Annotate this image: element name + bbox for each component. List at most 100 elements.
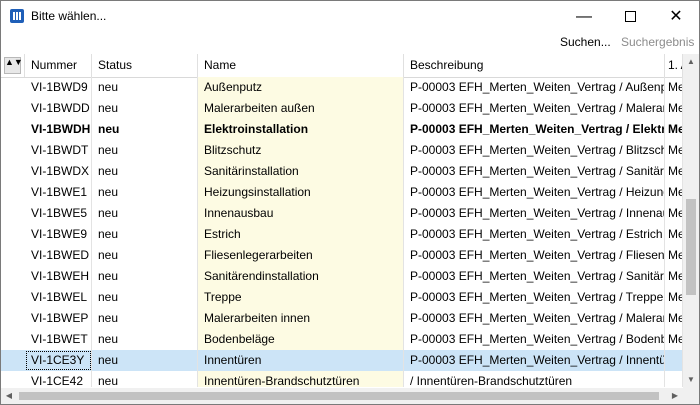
cell-name[interactable]: Estrich [198, 224, 404, 245]
sort-arrows-icon[interactable]: ▲▼ [4, 57, 23, 74]
table-row[interactable]: VI-1CE42 neu Innentüren-Brandschutztüren /… [1, 371, 683, 387]
cell-ad[interactable]: Me [665, 161, 683, 182]
cell-ad[interactable] [665, 350, 683, 371]
table-row[interactable]: VI-1BWDX neu Sanitärinstallation P-00003 EF… [1, 161, 683, 182]
cell-name[interactable]: Fliesenlegerarbeiten [198, 245, 404, 266]
cell-beschreibung[interactable]: P-00003 EFH_Merten_Weiten_Vertrag / Sani… [404, 161, 665, 182]
cell-ad[interactable]: Me [665, 245, 683, 266]
cell-beschreibung[interactable]: P-00003 EFH_Merten_Weiten_Vertrag / Elek… [404, 119, 665, 140]
cell-status[interactable]: neu [92, 203, 198, 224]
cell-beschreibung[interactable]: P-00003 EFH_Merten_Weiten_Vertrag / Inne… [404, 350, 665, 371]
cell-name[interactable]: Blitzschutz [198, 140, 404, 161]
cell-status[interactable]: neu [92, 329, 198, 350]
cell-nummer[interactable]: VI-1BWED [25, 245, 92, 266]
cell-name[interactable]: Heizungsinstallation [198, 182, 404, 203]
cell-nummer[interactable]: VI-1BWE5 [25, 203, 92, 224]
cell-nummer[interactable]: VI-1BWE1 [25, 182, 92, 203]
cell-beschreibung[interactable]: P-00003 EFH_Merten_Weiten_Vertrag / Bode… [404, 329, 665, 350]
column-header-beschreibung[interactable]: Beschreibung [404, 54, 665, 77]
table-row[interactable]: VI-1BWD9 neu Außenputz P-00003 EFH_Merten_W… [1, 77, 683, 98]
cell-name[interactable]: Innentüren [198, 350, 404, 371]
cell-status[interactable]: neu [92, 140, 198, 161]
column-header-name[interactable]: Name [198, 54, 404, 77]
scroll-left-icon[interactable]: ◀ [1, 388, 17, 404]
cell-status[interactable]: neu [92, 182, 198, 203]
cell-beschreibung[interactable]: P-00003 EFH_Merten_Weiten_Vertrag / Heiz… [404, 182, 665, 203]
cell-ad[interactable]: Me [665, 77, 683, 98]
cell-status[interactable]: neu [92, 77, 198, 98]
cell-status[interactable]: neu [92, 98, 198, 119]
cell-status[interactable]: neu [92, 371, 198, 387]
cell-nummer[interactable]: VI-1BWD9 [25, 77, 92, 98]
cell-status[interactable]: neu [92, 161, 198, 182]
search-result-button[interactable]: Suchergebnis [621, 35, 694, 49]
table-row[interactable]: VI-1BWE1 neu Heizungsinstallation P-00003 E… [1, 182, 683, 203]
column-header-ad[interactable]: 1. Ad [665, 54, 683, 77]
title-bar[interactable]: Bitte wählen... — ✕ [1, 1, 699, 32]
cell-name[interactable]: Innentüren-Brandschutztüren [198, 371, 404, 387]
cell-ad[interactable]: Me [665, 140, 683, 161]
cell-nummer[interactable]: VI-1BWDX [25, 161, 92, 182]
cell-nummer[interactable]: VI-1CE3Y [25, 350, 92, 371]
cell-name[interactable]: Malerarbeiten innen [198, 308, 404, 329]
scroll-down-icon[interactable]: ▼ [683, 372, 699, 388]
close-button[interactable]: ✕ [653, 1, 699, 32]
cell-beschreibung[interactable]: P-00003 EFH_Merten_Weiten_Vertrag / Blit… [404, 140, 665, 161]
cell-nummer[interactable]: VI-1CE42 [25, 371, 92, 387]
cell-name[interactable]: Malerarbeiten außen [198, 98, 404, 119]
cell-status[interactable]: neu [92, 245, 198, 266]
cell-nummer[interactable]: VI-1BWEP [25, 308, 92, 329]
cell-name[interactable]: Außenputz [198, 77, 404, 98]
sort-handle-cell[interactable]: ▲▼ [1, 54, 25, 77]
cell-nummer[interactable]: VI-1BWEH [25, 266, 92, 287]
cell-ad[interactable]: Me [665, 98, 683, 119]
cell-ad[interactable]: Me [665, 203, 683, 224]
cell-beschreibung[interactable]: P-00003 EFH_Merten_Weiten_Vertrag / Flie… [404, 245, 665, 266]
cell-name[interactable]: Innenausbau [198, 203, 404, 224]
cell-ad[interactable]: Me [665, 287, 683, 308]
cell-nummer[interactable]: VI-1BWDT [25, 140, 92, 161]
cell-ad[interactable]: Me [665, 266, 683, 287]
cell-name[interactable]: Treppe [198, 287, 404, 308]
cell-status[interactable]: neu [92, 266, 198, 287]
cell-name[interactable]: Sanitärendinstallation [198, 266, 404, 287]
table-row[interactable]: VI-1BWE5 neu Innenausbau P-00003 EFH_Merten… [1, 203, 683, 224]
cell-nummer[interactable]: VI-1BWET [25, 329, 92, 350]
cell-beschreibung[interactable]: P-00003 EFH_Merten_Weiten_Vertrag / Male… [404, 308, 665, 329]
minimize-button[interactable]: — [561, 1, 607, 32]
vertical-scrollbar[interactable]: ▲ ▼ [683, 54, 699, 388]
table-row[interactable]: VI-1CE3Y neu Innentüren P-00003 EFH_Merten_… [1, 350, 683, 371]
table-row[interactable]: VI-1BWEH neu Sanitärendinstallation P-00003… [1, 266, 683, 287]
cell-ad[interactable]: Me [665, 224, 683, 245]
cell-nummer[interactable]: VI-1BWE9 [25, 224, 92, 245]
cell-status[interactable]: neu [92, 224, 198, 245]
cell-beschreibung[interactable]: P-00003 EFH_Merten_Weiten_Vertrag / Inne… [404, 203, 665, 224]
scroll-up-icon[interactable]: ▲ [683, 54, 699, 70]
cell-name[interactable]: Elektroinstallation [198, 119, 404, 140]
cell-status[interactable]: neu [92, 287, 198, 308]
column-header-nummer[interactable]: Nummer [25, 54, 92, 77]
table-row[interactable]: VI-1BWDH neu Elektroinstallation P-00003 EF… [1, 119, 683, 140]
cell-beschreibung[interactable]: P-00003 EFH_Merten_Weiten_Vertrag / Estr… [404, 224, 665, 245]
vertical-scroll-thumb[interactable] [686, 199, 696, 295]
horizontal-scrollbar[interactable]: ◀ ▶ [1, 388, 683, 404]
cell-status[interactable]: neu [92, 350, 198, 371]
cell-nummer[interactable]: VI-1BWDD [25, 98, 92, 119]
horizontal-scroll-thumb[interactable] [19, 392, 659, 400]
table-row[interactable]: VI-1BWDT neu Blitzschutz P-00003 EFH_Merten… [1, 140, 683, 161]
cell-ad[interactable]: Me [665, 329, 683, 350]
table-row[interactable]: VI-1BWDD neu Malerarbeiten außen P-00003 EF… [1, 98, 683, 119]
cell-nummer[interactable]: VI-1BWEL [25, 287, 92, 308]
search-button[interactable]: Suchen... [560, 35, 611, 49]
column-header-status[interactable]: Status [92, 54, 198, 77]
maximize-button[interactable] [607, 1, 653, 32]
table-row[interactable]: VI-1BWE9 neu Estrich P-00003 EFH_Merten_Wei… [1, 224, 683, 245]
cell-nummer[interactable]: VI-1BWDH [25, 119, 92, 140]
cell-beschreibung[interactable]: P-00003 EFH_Merten_Weiten_Vertrag / Auße… [404, 77, 665, 98]
scroll-right-icon[interactable]: ▶ [667, 388, 683, 404]
cell-ad[interactable]: Me [665, 308, 683, 329]
table-row[interactable]: VI-1BWET neu Bodenbeläge P-00003 EFH_Merten… [1, 329, 683, 350]
table-row[interactable]: VI-1BWEL neu Treppe P-00003 EFH_Merten_Weit… [1, 287, 683, 308]
cell-status[interactable]: neu [92, 308, 198, 329]
cell-beschreibung[interactable]: P-00003 EFH_Merten_Weiten_Vertrag / Male… [404, 98, 665, 119]
